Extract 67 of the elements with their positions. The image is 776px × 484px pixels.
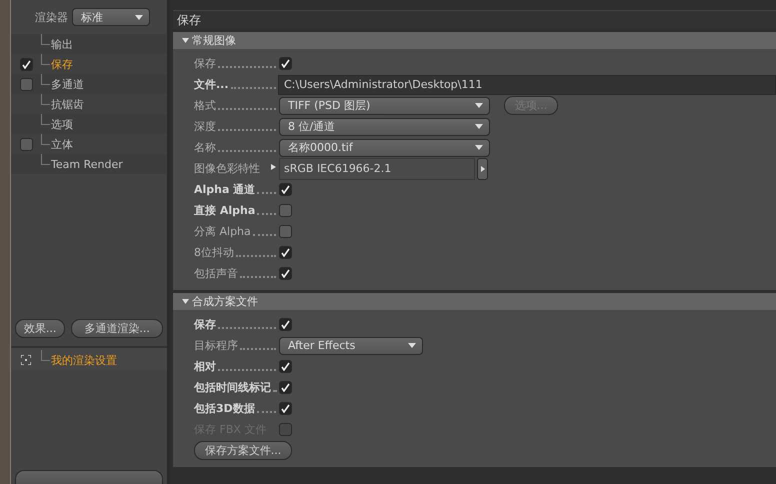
save-project-button[interactable]: 保存方案文件... (194, 441, 292, 460)
field-label: 包括时间线标记 (194, 380, 271, 394)
checkbox[interactable] (279, 402, 292, 415)
arrow-icon (271, 164, 276, 170)
field-label: 包括3D数据 (194, 400, 255, 416)
dropdown[interactable]: 8 位/通道 (279, 118, 490, 136)
caret-icon (475, 145, 483, 150)
renderer-label: 渲染器 (35, 10, 68, 24)
checkbox[interactable] (279, 318, 292, 331)
caret-icon (475, 124, 483, 129)
dropdown[interactable]: TIFF (PSD 图层) (279, 96, 490, 114)
check-icon (281, 185, 290, 194)
checkbox[interactable] (279, 360, 292, 373)
checkbox[interactable] (279, 57, 292, 70)
check-icon (281, 383, 290, 392)
caret-icon (135, 14, 143, 20)
dropdown[interactable]: 名称0000.tif (279, 138, 490, 156)
field-label: 8位抖动 (194, 244, 234, 260)
check-icon (281, 59, 290, 68)
dropdown[interactable]: After Effects (279, 336, 423, 354)
field-label: 格式 (194, 98, 216, 112)
check-icon (281, 320, 290, 329)
renderer-dropdown[interactable]: 标准 (72, 8, 150, 26)
field-label: 深度 (194, 118, 216, 134)
checkbox[interactable] (279, 267, 292, 280)
field-label: 保存 (194, 316, 216, 332)
section-header[interactable]: 常规图像 (173, 32, 776, 49)
checkbox[interactable] (279, 204, 292, 217)
field-label: 图像色彩特性 (194, 160, 260, 176)
checkbox[interactable] (279, 246, 292, 259)
section-header[interactable]: 合成方案文件 (173, 293, 776, 310)
sidebar-button[interactable]: 效果... (15, 319, 66, 338)
field-label: 包括声音 (194, 266, 238, 280)
expand-icon (182, 38, 189, 43)
check-icon (281, 269, 290, 278)
check-icon (281, 404, 290, 413)
checkbox[interactable] (20, 78, 32, 90)
field-label: 直接 Alpha (194, 202, 256, 218)
sidebar-item[interactable]: 输出 (11, 34, 167, 54)
checkbox[interactable] (279, 225, 292, 238)
caret-icon (408, 343, 416, 348)
color-profile-field[interactable]: sRGB IEC61966-2.1 (279, 158, 475, 180)
checkbox[interactable] (20, 58, 32, 70)
field-label: Alpha 通道 (194, 182, 256, 196)
profile-arrow-button[interactable] (477, 158, 488, 180)
file-path-field[interactable]: C:\Users\Administrator\Desktop\111 (278, 74, 776, 94)
field-label: 名称 (194, 140, 216, 154)
field-label: 相对 (194, 358, 216, 374)
check-icon (281, 362, 290, 371)
field-label: 保存 (194, 56, 216, 70)
sidebar-item[interactable]: 选项 (11, 114, 167, 134)
focus-icon (21, 355, 31, 365)
check-icon (22, 60, 30, 68)
checkbox[interactable] (279, 381, 292, 394)
field-label: 文件... (194, 76, 229, 92)
panel-title: 保存 (173, 10, 776, 29)
field-label: 分离 Alpha (194, 224, 251, 238)
checkbox[interactable] (20, 138, 32, 150)
checkbox[interactable] (279, 183, 292, 196)
sidebar-item[interactable]: 多通道 (11, 74, 167, 94)
check-icon (281, 248, 290, 257)
caret-icon (475, 103, 483, 108)
arrow-icon (480, 166, 484, 172)
field-label: 目标程序 (194, 338, 238, 352)
sidebar-item[interactable]: Team Render (11, 154, 167, 174)
expand-icon (182, 299, 189, 304)
sidebar-button[interactable]: 多通道渲染... (71, 319, 163, 338)
